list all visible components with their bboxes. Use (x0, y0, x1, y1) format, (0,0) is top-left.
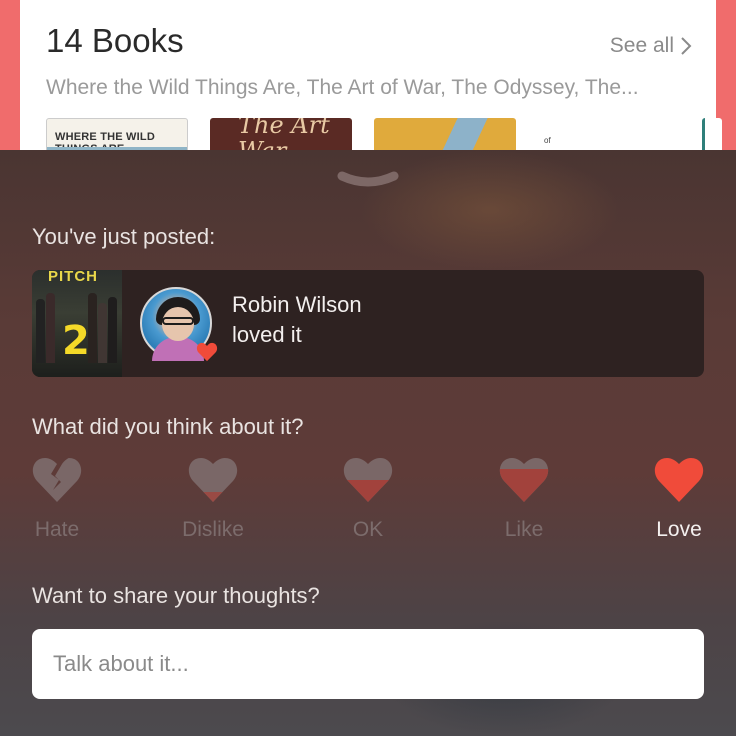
heart-icon (196, 342, 218, 362)
post-card[interactable]: PITCH 2 Robin Wilson loved it (32, 270, 704, 377)
rating-ok[interactable]: OK (318, 456, 418, 546)
see-all-link[interactable]: See all (610, 34, 692, 58)
heart-icon (188, 458, 238, 502)
rating-label: Like (504, 518, 544, 541)
post-feedback-sheet: You've just posted: PITCH 2 Robin Wilson… (0, 150, 736, 736)
rating-like[interactable]: Like (474, 456, 574, 546)
user-name: Robin Wilson (232, 292, 362, 317)
book-list-card: 14 Books See all Where the Wild Things A… (20, 0, 722, 170)
chevron-right-icon (681, 37, 692, 55)
question-label: What did you think about it? (32, 414, 304, 439)
rating-label: OK (352, 518, 384, 541)
list-title: 14 Books (46, 22, 184, 59)
rating-love[interactable]: Love (629, 456, 729, 546)
rating-hate[interactable]: Hate (7, 456, 107, 546)
post-action: loved it (232, 322, 302, 347)
heart-icon (343, 458, 393, 502)
rating-dislike[interactable]: Dislike (163, 456, 263, 546)
chevron-down-icon[interactable] (336, 170, 400, 192)
posted-label: You've just posted: (32, 224, 216, 249)
heart-icon (499, 458, 549, 502)
list-subtitle: Where the Wild Things Are, The Art of Wa… (46, 76, 639, 99)
rating-label: Love (656, 518, 702, 541)
rating-label: Hate (34, 518, 80, 541)
heart-icon (654, 458, 704, 502)
share-label: Want to share your thoughts? (32, 583, 320, 608)
movie-poster: PITCH 2 (32, 270, 122, 377)
see-all-label: See all (609, 34, 674, 57)
rating-options: Hate Dislike OK Like Love (0, 456, 736, 546)
rating-label: Dislike (182, 518, 244, 541)
share-thoughts-input[interactable] (32, 629, 704, 699)
broken-heart-icon (32, 458, 82, 502)
